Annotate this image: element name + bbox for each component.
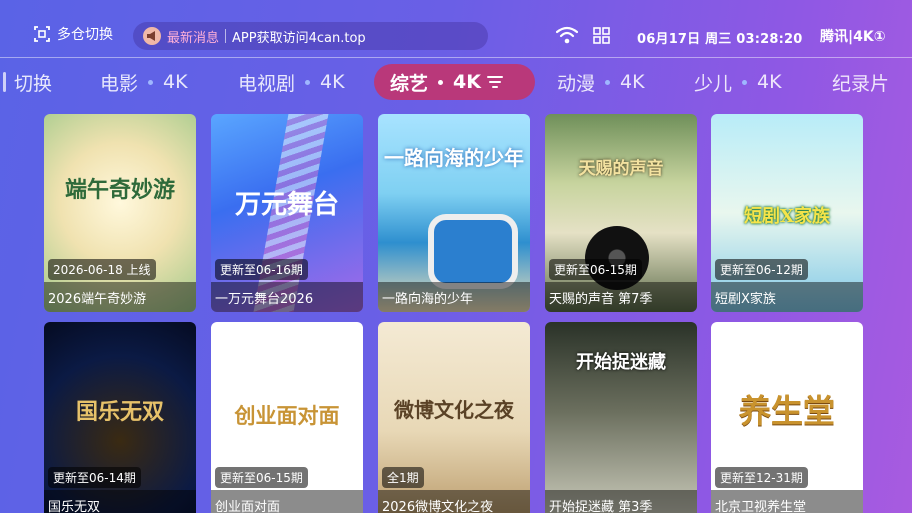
tab-anime[interactable]: 动漫 4K [557,64,645,100]
tab-documentary[interactable]: 纪录片 [832,64,889,100]
tab-switch[interactable]: 切换 [14,64,52,100]
poster-title: 万元舞台 [234,190,339,220]
tab-dot [605,79,611,85]
card-title: 短剧X家族 [711,282,863,312]
warehouse-switch-button[interactable]: 多仓切换 [33,24,113,44]
update-badge: 全1期 [382,467,424,488]
update-badge: 更新至06-12期 [715,259,808,280]
tab-label: 综艺 [390,72,429,95]
poster-title: 开始捉迷藏 [576,352,666,373]
update-badge: 更新至12-31期 [715,467,808,488]
clock: 06月17日 周三 03:28:20 [637,32,803,47]
media-card[interactable]: 养生堂 更新至12-31期 北京卫视养生堂 [711,322,863,513]
horn-icon [143,27,161,45]
poster-decoration [428,214,518,289]
tab-dot [148,79,154,85]
tab-movie[interactable]: 电影 4K [100,64,188,100]
update-badge: 更新至06-14期 [48,467,141,488]
poster-decoration [585,226,649,290]
tab-label: 纪录片 [832,72,890,95]
card-title: 开始捉迷藏 第3季 [545,490,697,513]
poster-title: 微博文化之夜 [394,398,514,422]
warehouse-switch-icon [34,26,50,42]
tab-label: 电影 [100,72,139,95]
category-tabs: 切换 电影 4K 电视剧 4K 综艺 4K 动漫 4K 少儿 4K 纪录片 [0,64,912,100]
header-divider [0,57,912,58]
news-separator [225,29,227,43]
media-card[interactable]: 国乐无双 更新至06-14期 国乐无双 [44,322,196,513]
tab-label: 电视剧 [238,72,296,95]
card-title: 一万元舞台2026 [211,282,363,312]
tab-suffix: 4K [163,71,188,93]
poster-title: 创业面对面 [234,404,340,428]
tab-label: 动漫 [557,72,596,95]
card-title: 天赐的声音 第7季 [545,282,697,312]
tab-suffix: 4K [620,71,645,93]
update-badge: 更新至06-15期 [215,467,308,488]
tab-kids[interactable]: 少儿 4K [694,64,782,100]
media-card[interactable]: 微博文化之夜 全1期 2026微博文化之夜 [378,322,530,513]
card-title: 2026微博文化之夜 [378,490,530,513]
wifi-icon [556,26,578,44]
card-title: 一路向海的少年 [378,282,530,312]
update-badge: 2026-06-18 上线 [48,259,156,280]
source-selector[interactable]: 腾讯|4K① [820,26,886,46]
card-title: 北京卫视养生堂 [711,490,863,513]
media-card[interactable]: 开始捉迷藏 开始捉迷藏 第3季 [545,322,697,513]
poster-title: 短剧X家族 [744,206,830,227]
card-title: 2026端午奇妙游 [44,282,196,312]
tab-dot [742,79,748,85]
grid-icon[interactable] [593,27,610,44]
tab-tv[interactable]: 电视剧 4K [238,64,345,100]
update-badge: 更新至06-16期 [215,259,308,280]
update-badge: 更新至06-15期 [549,259,642,280]
media-card[interactable]: 一路向海的少年 一路向海的少年 [378,114,530,312]
news-tag: 最新消息 [167,30,220,46]
filter-icon[interactable] [486,75,503,89]
media-card[interactable]: 万元舞台 更新至06-16期 一万元舞台2026 [211,114,363,312]
top-bar: 多仓切换 最新消息 APP获取访问4can.top 06月17日 周三 03:2… [0,0,912,58]
poster-title: 端午奇妙游 [64,177,175,203]
card-title: 创业面对面 [211,490,363,513]
tab-label: 少儿 [694,72,733,95]
media-card[interactable]: 端午奇妙游 2026-06-18 上线 2026端午奇妙游 [44,114,196,312]
tab-dot [305,79,311,85]
news-text: APP获取访问4can.top [232,30,366,46]
news-bar[interactable]: 最新消息 APP获取访问4can.top [133,22,488,50]
poster-title: 国乐无双 [75,399,164,425]
poster-title: 天赐的声音 [578,159,664,179]
tab-dot [438,79,444,85]
tab-suffix: 4K [320,71,345,93]
tab-variety[interactable]: 综艺 4K [374,64,535,100]
card-title: 国乐无双 [44,490,196,513]
tab-suffix: 4K [453,71,481,93]
tab-label: 切换 [14,72,53,95]
media-card[interactable]: 短剧X家族 更新至06-12期 短剧X家族 [711,114,863,312]
poster-image: 开始捉迷藏 [545,322,697,513]
media-card[interactable]: 天赐的声音 更新至06-15期 天赐的声音 第7季 [545,114,697,312]
media-card[interactable]: 创业面对面 更新至06-15期 创业面对面 [211,322,363,513]
tab-suffix: 4K [757,71,782,93]
poster-title: 一路向海的少年 [384,146,524,170]
warehouse-switch-label: 多仓切换 [57,27,113,43]
poster-title: 养生堂 [738,392,835,430]
